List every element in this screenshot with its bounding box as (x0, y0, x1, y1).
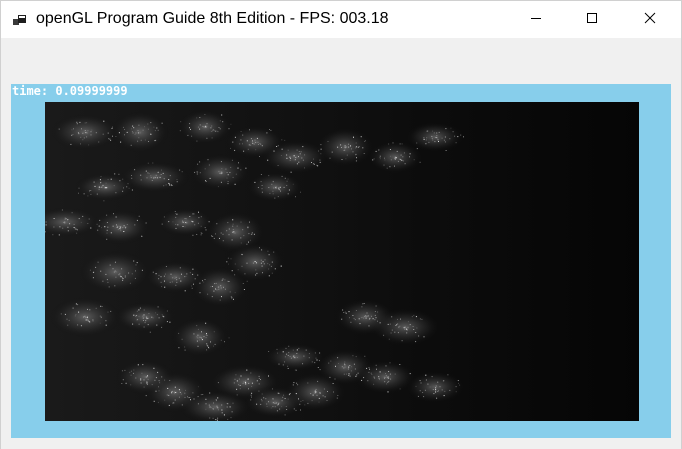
minimize-button[interactable] (513, 1, 559, 38)
julia-fractal-image (45, 102, 639, 421)
window-title: openGL Program Guide 8th Edition - FPS: … (36, 10, 389, 27)
time-label: time: 0.09999999 (12, 84, 128, 98)
app-window: openGL Program Guide 8th Edition - FPS: … (0, 0, 682, 449)
minimize-icon (530, 11, 542, 29)
maximize-icon (586, 11, 598, 29)
client-area: time: 0.09999999 (1, 38, 681, 449)
close-button[interactable] (627, 1, 673, 38)
maximize-button[interactable] (569, 1, 615, 38)
fractal-render-view[interactable] (45, 102, 639, 421)
app-window-icon[interactable] (12, 12, 28, 28)
title-bar[interactable]: openGL Program Guide 8th Edition - FPS: … (1, 1, 681, 38)
close-icon (644, 11, 656, 29)
gl-viewport-panel[interactable]: time: 0.09999999 (11, 84, 671, 438)
